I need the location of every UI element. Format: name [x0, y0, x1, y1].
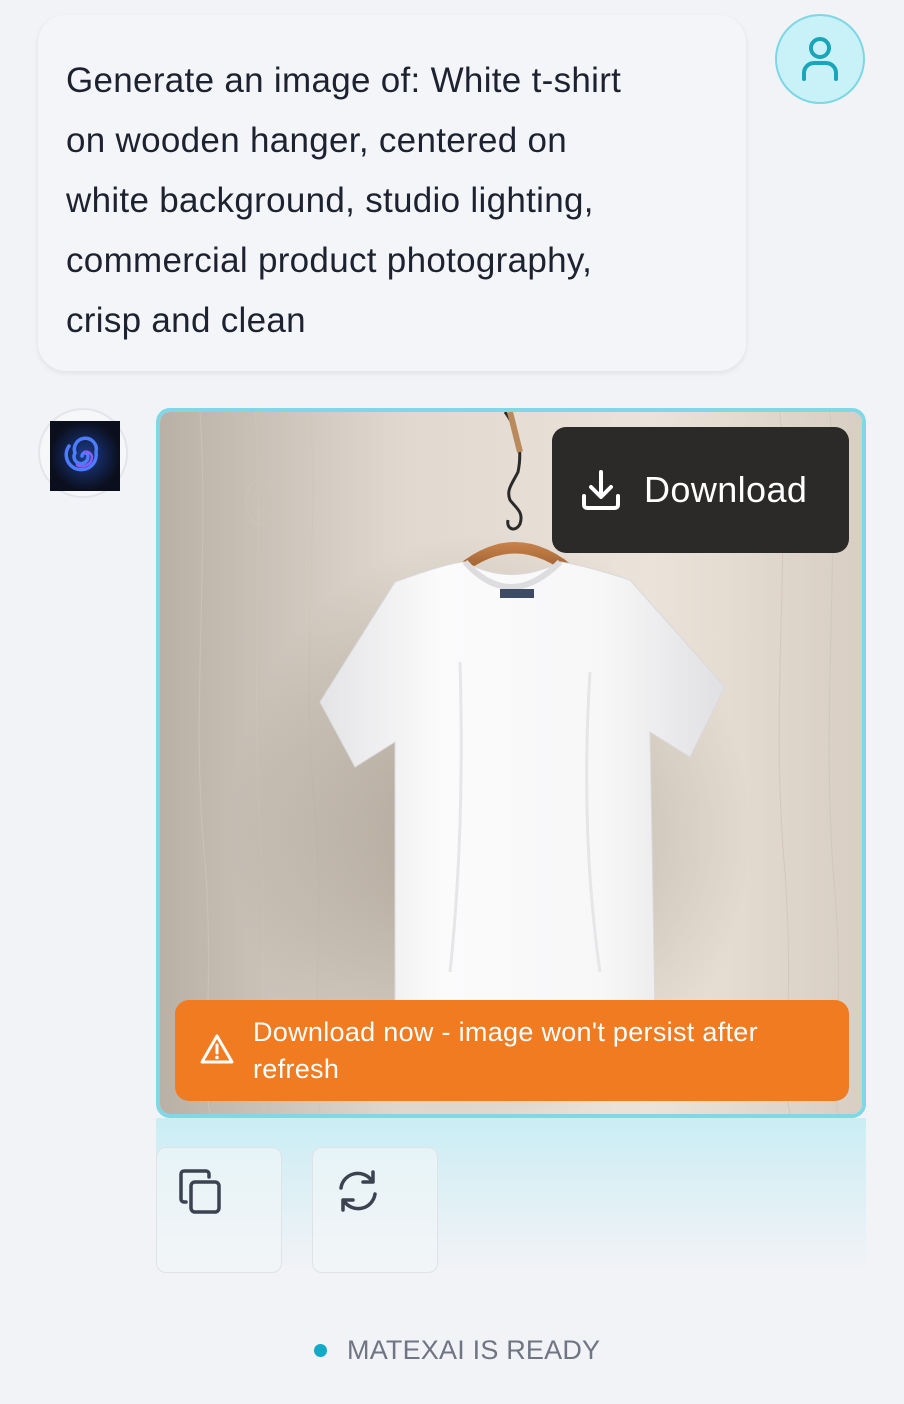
- bot-avatar: [38, 408, 128, 498]
- regenerate-icon: [339, 1170, 377, 1212]
- regenerate-button[interactable]: [312, 1147, 438, 1273]
- prompt-line: commercial product photography,: [66, 241, 593, 280]
- warning-icon: [200, 1034, 234, 1064]
- user-message-bubble: Generate an image of: White t-shirt on w…: [38, 15, 746, 371]
- status-text: MATEXAI IS READY: [347, 1334, 601, 1365]
- chat-page: Generate an image of: White t-shirt on w…: [0, 0, 904, 1404]
- copy-button[interactable]: [156, 1147, 282, 1273]
- copy-icon: [179, 1169, 221, 1214]
- prompt-line: crisp and clean: [66, 301, 306, 340]
- prompt-line: white background, studio lighting,: [66, 181, 594, 220]
- generated-image-card: Download Download now - image won't pers…: [156, 408, 866, 1118]
- spiral-logo-icon: [50, 421, 120, 491]
- user-icon: [802, 37, 838, 81]
- persist-warning-banner: Download now - image won't persist after…: [175, 1000, 849, 1101]
- download-button[interactable]: Download: [552, 427, 849, 553]
- prompt-line: on wooden hanger, centered on: [66, 121, 568, 160]
- status-dot-icon: [314, 1343, 327, 1357]
- assistant-status: MATEXAI IS READY: [314, 1330, 600, 1370]
- warning-text: Download now - image won't persist after…: [253, 1017, 758, 1084]
- prompt-line: Generate an image of: White t-shirt: [66, 61, 622, 100]
- user-avatar[interactable]: [775, 14, 865, 104]
- download-button-label: Download: [644, 469, 808, 510]
- download-icon: [582, 470, 620, 510]
